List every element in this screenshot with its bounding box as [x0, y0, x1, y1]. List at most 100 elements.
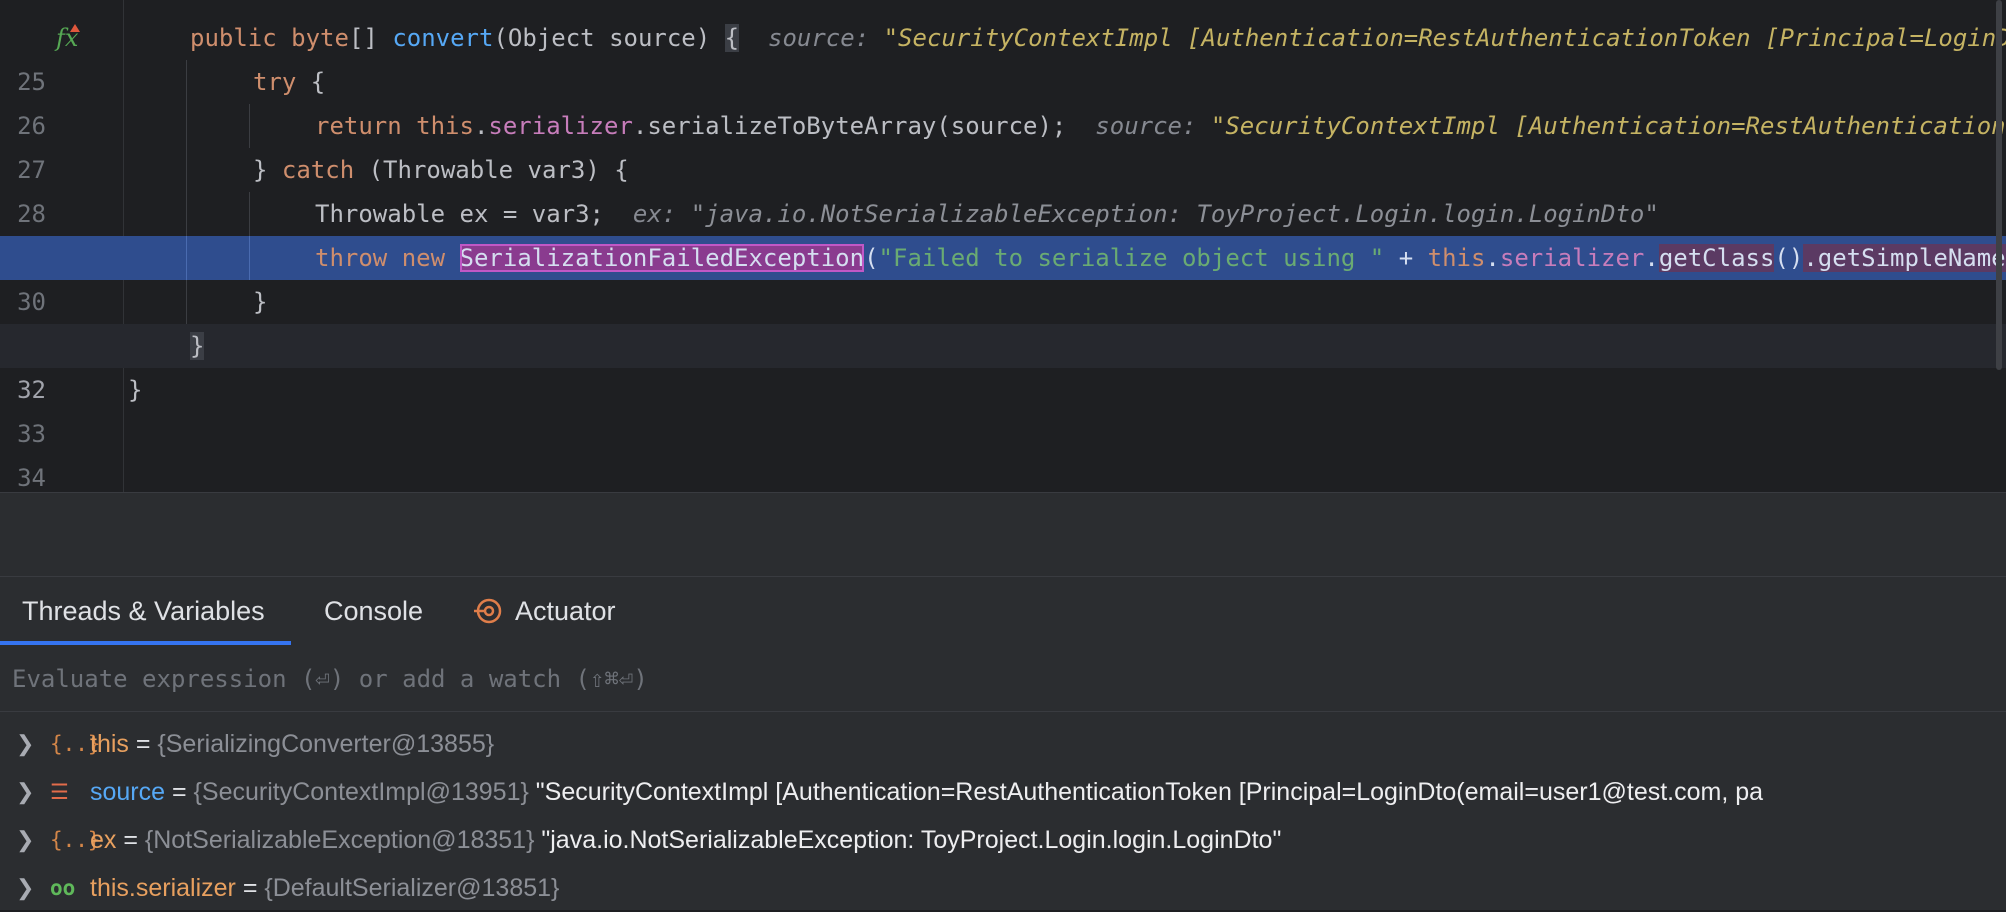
code-text: }: [190, 324, 205, 368]
code-token: SerializationFailedException: [459, 244, 865, 272]
code-token: +: [1384, 244, 1428, 272]
expand-chevron-icon[interactable]: ❯: [16, 720, 36, 768]
variable-equals: =: [116, 826, 145, 854]
code-token: {: [296, 68, 326, 96]
variable-name: ex: [90, 826, 117, 854]
code-token: "Failed to serialize object using ": [878, 244, 1385, 272]
current-line-32[interactable]: 32 }: [0, 324, 2006, 404]
code-token: .: [1485, 244, 1500, 272]
variable-row-this[interactable]: ❯ {..} this = {SerializingConverter@1385…: [0, 720, 2006, 768]
code-text: try {: [253, 60, 325, 104]
variable-value: "SecurityContextImpl [Authentication=Res…: [528, 778, 1764, 806]
variable-text: this.serializer = {DefaultSerializer@138…: [90, 864, 559, 912]
code-line-25[interactable]: 25 fx public byte[] convert(Object sourc…: [0, 16, 2006, 96]
actuator-icon: [474, 598, 502, 624]
expand-chevron-icon[interactable]: ❯: [16, 816, 36, 864]
indent-guide: [186, 192, 187, 236]
code-token: new: [401, 244, 460, 272]
tab-threads-variables[interactable]: Threads & Variables: [0, 577, 291, 645]
method-breakpoint-icon[interactable]: fx: [56, 24, 86, 52]
code-token: .serializeToByteArray(source);: [632, 112, 1067, 140]
indent-guide: [186, 60, 187, 104]
indent-guide: [186, 104, 187, 148]
code-line-29[interactable]: 29 Throwable ex = var3; ex: "java.io.Not…: [0, 192, 2006, 272]
variables-tree: ❯ {..} this = {SerializingConverter@1385…: [0, 712, 2006, 910]
code-token: "SecurityContextImpl [Authentication=Res…: [883, 24, 2006, 52]
code-token: catch: [281, 156, 355, 184]
indent-guide: [186, 148, 187, 192]
code-line-27[interactable]: 27 return this.serializer.serializeToByt…: [0, 104, 2006, 184]
code-line-31[interactable]: 31 }: [0, 280, 2006, 360]
code-token: (): [1774, 244, 1804, 272]
indent-guide: [249, 236, 250, 280]
code-line-33[interactable]: 33 }: [0, 368, 2006, 448]
variable-name: source: [90, 778, 166, 806]
code-token: source:: [1066, 112, 1211, 140]
variable-row-this-serializer[interactable]: ❯ oo this.serializer = {DefaultSerialize…: [0, 864, 2006, 912]
variable-row-ex[interactable]: ❯ {..} ex = {NotSerializableException@18…: [0, 816, 2006, 864]
variable-type: {DefaultSerializer@13851}: [264, 874, 560, 902]
code-token: }: [128, 376, 143, 404]
code-token: }: [253, 156, 282, 184]
code-text: }: [128, 368, 142, 412]
code-token: "SecurityContextImpl [Authentication=Res…: [1210, 112, 2006, 140]
code-token: this: [1427, 244, 1486, 272]
code-token: .: [473, 112, 489, 140]
code-editor[interactable]: 25 fx public byte[] convert(Object sourc…: [0, 0, 2006, 492]
code-token: (Throwable var3) {: [354, 156, 629, 184]
code-token: Throwable ex = var3;: [315, 200, 604, 228]
tab-actuator[interactable]: Actuator: [515, 577, 616, 645]
execution-point-line-30[interactable]: 30 throw new SerializationFailedExceptio…: [0, 236, 2006, 316]
code-line-34[interactable]: 34: [0, 412, 2006, 492]
variable-name: this.serializer: [90, 874, 236, 902]
code-line-26[interactable]: 26 try {: [0, 60, 2006, 140]
code-token: (Object source): [493, 24, 725, 52]
variable-type: {SecurityContextImpl@13951}: [193, 778, 529, 806]
evaluate-expression-input[interactable]: [10, 645, 1994, 713]
code-token: convert: [392, 24, 494, 52]
variable-equals: =: [165, 778, 194, 806]
watch-glasses-icon: oo: [50, 876, 76, 900]
variable-name: this: [90, 730, 129, 758]
indent-guide: [249, 104, 250, 148]
code-token: {: [724, 24, 740, 52]
indent-guide: [186, 280, 187, 324]
variable-type: {SerializingConverter@13855}: [157, 730, 495, 758]
code-token: serializer: [488, 112, 633, 140]
code-token: "java.io.NotSerializableException: ToyPr…: [690, 200, 1659, 228]
code-token: .getSimpleName(), ex);: [1803, 244, 2006, 272]
code-token: byte: [291, 24, 349, 52]
code-text: return this.serializer.serializeToByteAr…: [315, 104, 2006, 148]
code-text: throw new SerializationFailedException("…: [315, 236, 2006, 280]
code-text: }: [253, 280, 267, 324]
variable-text: this = {SerializingConverter@13855}: [90, 720, 494, 768]
code-token: return: [315, 112, 417, 140]
variable-row-source[interactable]: ❯ ☰ source = {SecurityContextImpl@13951}…: [0, 768, 2006, 816]
panel-splitter[interactable]: [0, 492, 2006, 577]
code-token: this: [416, 112, 474, 140]
code-token: .: [1644, 244, 1659, 272]
code-token: source:: [739, 24, 884, 52]
code-text: Throwable ex = var3; ex: "java.io.NotSer…: [315, 192, 1659, 236]
variable-equals: =: [128, 730, 158, 758]
code-text: public byte[] convert(Object source) { s…: [190, 16, 2006, 60]
line-number: 34: [17, 464, 46, 492]
variable-type: {NotSerializableException@18351}: [144, 826, 535, 854]
tab-console[interactable]: Console: [324, 577, 423, 645]
code-token: []: [348, 24, 393, 52]
expand-chevron-icon[interactable]: ❯: [16, 864, 36, 912]
evaluate-expression-bar: [0, 645, 2006, 713]
indent-guide: [249, 192, 250, 236]
variable-value: "java.io.NotSerializableException: ToyPr…: [534, 826, 1282, 854]
variable-text: source = {SecurityContextImpl@13951} "Se…: [90, 768, 1763, 816]
code-token: getClass: [1658, 244, 1775, 272]
code-token: }: [253, 288, 268, 316]
editor-vertical-scrollbar[interactable]: [1996, 0, 2002, 370]
expand-chevron-icon[interactable]: ❯: [16, 768, 36, 816]
indent-guide: [186, 236, 187, 280]
parameter-icon: ☰: [50, 780, 69, 804]
debug-tab-bar: Threads & Variables Console Actuator: [0, 576, 2006, 646]
code-token: ex:: [603, 200, 691, 228]
code-line-28[interactable]: 28 } catch (Throwable var3) {: [0, 148, 2006, 228]
code-token: (: [864, 244, 879, 272]
